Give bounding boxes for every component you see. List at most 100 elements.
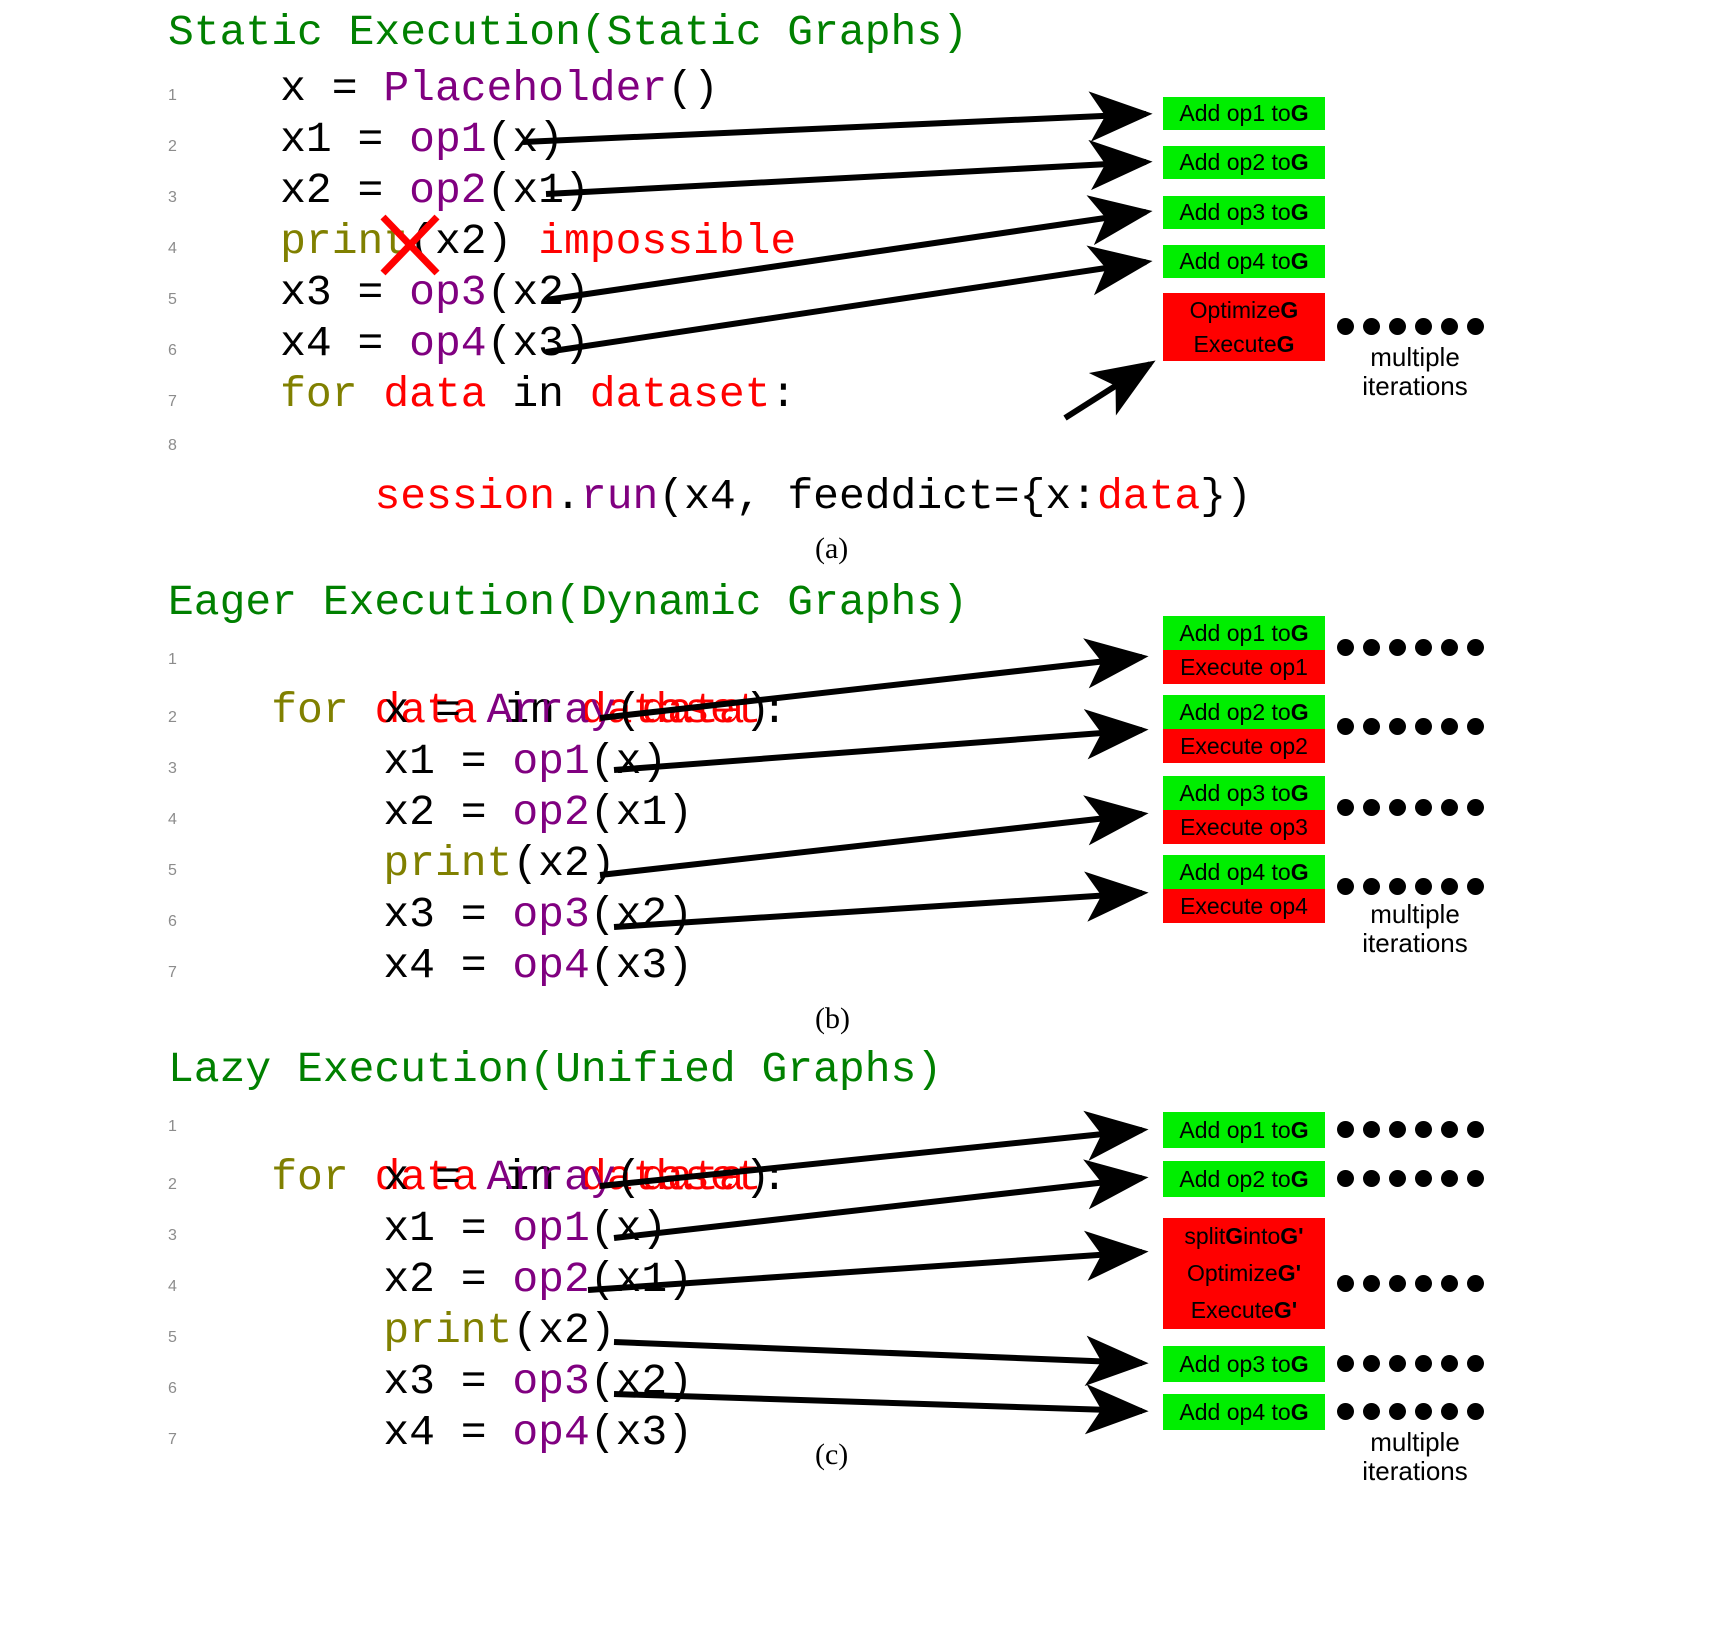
box-seg-split-G: split G into G' [1163, 1218, 1325, 1255]
code-token: Placeholder [383, 64, 668, 113]
code-line-7: for data in dataset: [177, 370, 796, 419]
dot [1441, 1121, 1458, 1138]
panel-a-title: Static Execution(Static Graphs) [168, 8, 968, 57]
box-text-bold: G [1290, 1398, 1309, 1425]
box-text-pre: Add op2 to [1179, 698, 1291, 725]
box-text-pre: Execute op1 [1180, 653, 1308, 680]
dots-group-c-4 [1337, 1355, 1484, 1372]
code-token: (x2) [512, 839, 616, 888]
box-text-pre: Add op2 to [1179, 1165, 1291, 1192]
code-token: (x2) [486, 268, 590, 317]
box-text-pre: Add op4 to [1179, 858, 1291, 885]
code-token: (x) [486, 115, 564, 164]
code-line-3: x2 = op2(x1) [177, 166, 590, 215]
box-text-bold: G [1290, 248, 1309, 274]
panel-b-code: 1 for data in dataset: 2 x = Array(data)… [168, 634, 787, 991]
code-token: x3 = [176, 890, 513, 939]
code-token: op2 [512, 788, 590, 837]
dot [1337, 318, 1354, 335]
code-token: (x1) [486, 166, 590, 215]
dot [1337, 639, 1354, 656]
dot [1415, 1170, 1432, 1187]
code-token: x4 = [176, 941, 513, 990]
code-token: in [486, 370, 590, 419]
code-token: () [667, 64, 719, 113]
dot [1363, 718, 1380, 735]
dot [1467, 1170, 1484, 1187]
code-line-2: x1 = op1(x) [177, 115, 564, 164]
code-line-5: print(x2) [177, 1306, 615, 1355]
dot [1337, 1275, 1354, 1292]
code-token: op1 [409, 115, 487, 164]
box-add-op1-G-a: Add op1 to G [1163, 97, 1325, 130]
code-line-6: x4 = op4(x3) [177, 319, 590, 368]
dot [1363, 1355, 1380, 1372]
line-number: 1 [168, 651, 177, 668]
code-token: (x2) [589, 1357, 694, 1406]
box-text-bold: G [1290, 100, 1309, 126]
box-pair-op3-b: Add op3 to G Execute op3 [1163, 776, 1325, 844]
box-text-pre: Add op4 to [1179, 1398, 1291, 1425]
code-token: data [383, 370, 487, 419]
box-seg-add-op3: Add op3 to G [1163, 776, 1325, 810]
dot [1389, 878, 1406, 895]
box-seg-execute: Execute G [1163, 327, 1325, 361]
line-number: 2 [168, 138, 177, 155]
code-token: dataset [589, 370, 771, 419]
box-text-pre: Add op3 to [1179, 779, 1291, 806]
code-token: (x) [589, 1204, 668, 1253]
box-text-bold: G [1290, 149, 1309, 175]
dot [1467, 799, 1484, 816]
dot [1337, 1121, 1354, 1138]
dot [1415, 878, 1432, 895]
dot [1363, 878, 1380, 895]
dot [1467, 639, 1484, 656]
multiple-iterations-label-a: multiple iterations [1362, 342, 1468, 402]
dot [1415, 1355, 1432, 1372]
dots-group-b-2 [1337, 718, 1484, 735]
line-number: 1 [168, 1118, 177, 1135]
dots-group-c-1 [1337, 1121, 1484, 1138]
box-text-bold: G [1225, 1223, 1244, 1249]
code-line-4: x2 = op2(x1) [177, 788, 693, 837]
box-text-pre: Add op3 to [1179, 199, 1291, 225]
line-number: 6 [168, 342, 177, 359]
box-text-pre: Add op2 to [1179, 149, 1291, 175]
box-split-optimize-execute-c: split G into G' Optimize G' Execute G' [1163, 1218, 1325, 1329]
box-seg-add-op2: Add op2 to G [1163, 695, 1325, 729]
dots-group-b-3 [1337, 799, 1484, 816]
dots-group-b-1 [1337, 639, 1484, 656]
code-token: x1 = [176, 737, 513, 786]
code-token: (x1) [589, 1255, 694, 1304]
code-line-4: x2 = op2(x1) [177, 1255, 693, 1304]
code-token: }) [1200, 472, 1252, 521]
dot [1415, 1403, 1432, 1420]
dot [1441, 1275, 1458, 1292]
multiple-iterations-label-c: multiple iterations [1362, 1427, 1468, 1487]
dot [1389, 1403, 1406, 1420]
code-token: data [1096, 472, 1201, 521]
box-text-bold: G [1276, 330, 1295, 357]
code-line-7: x4 = op4(x3) [177, 1408, 693, 1457]
box-seg-execute-op1: Execute op1 [1163, 650, 1325, 684]
box-text-bold: G' [1277, 1260, 1302, 1286]
line-number: 6 [168, 913, 177, 930]
code-token: ) [744, 686, 771, 735]
dot [1441, 639, 1458, 656]
code-token: op1 [512, 737, 590, 786]
dot [1441, 718, 1458, 735]
line-number: 5 [168, 1329, 177, 1346]
dot [1337, 1170, 1354, 1187]
code-token: run [580, 472, 659, 521]
panel-a-caption: (a) [815, 532, 849, 565]
box-text-pre: Execute [1193, 330, 1277, 357]
dot [1337, 878, 1354, 895]
line-number: 5 [168, 291, 177, 308]
figure-root: Static Execution(Static Graphs) 1 x = Pl… [0, 0, 1732, 1642]
code-token: ) [744, 1153, 771, 1202]
box-text-pre: Add op1 to [1179, 100, 1291, 126]
code-token: x3 = [176, 1357, 513, 1406]
code-token: op2 [409, 166, 487, 215]
code-token: x2 = [176, 166, 410, 215]
